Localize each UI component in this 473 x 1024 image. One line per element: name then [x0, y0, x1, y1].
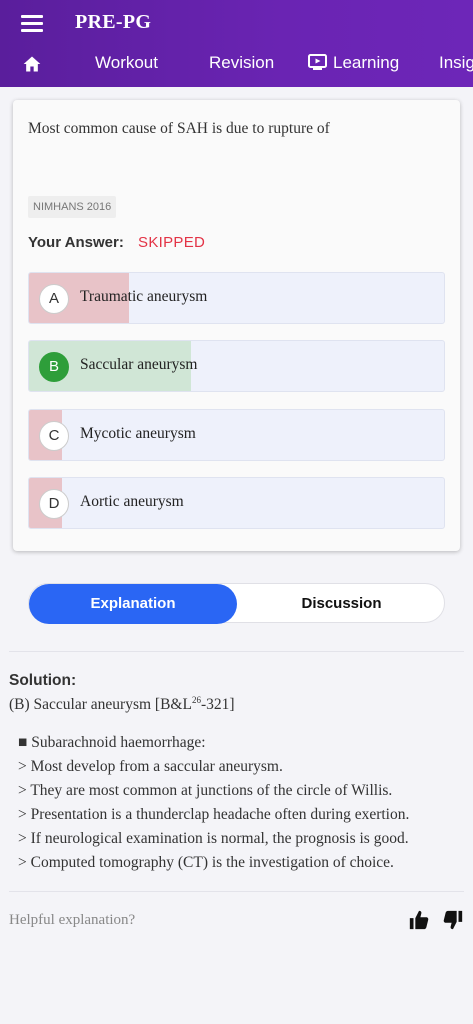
option-c[interactable]: C Mycotic aneurysm — [28, 409, 445, 461]
explanation-tab[interactable]: Explanation — [29, 584, 237, 624]
option-c-text: Mycotic aneurysm — [80, 425, 196, 442]
solution-answer: (B) Saccular aneurysm [B&L26-321] — [9, 695, 235, 714]
helpful-prompt: Helpful explanation? — [9, 912, 136, 928]
tab-revision[interactable]: Revision — [209, 53, 274, 73]
tab-learning[interactable]: Learning — [308, 53, 399, 73]
option-a-text: Traumatic aneurysm — [80, 288, 208, 305]
solution-point: > Presentation is a thunderclap headache… — [18, 806, 410, 823]
thumbs-down-icon[interactable] — [442, 908, 464, 932]
solution-point: > If neurological examination is normal,… — [18, 830, 409, 847]
solution-point: ■ Subarachnoid haemorrhage: — [18, 734, 206, 751]
hamburger-menu-icon[interactable] — [21, 14, 43, 32]
solution-answer-text: (B) Saccular aneurysm [B&L — [9, 696, 192, 714]
tab-learning-label: Learning — [333, 53, 400, 72]
option-d-text: Aortic aneurysm — [80, 493, 184, 510]
solution-points: ■ Subarachnoid haemorrhage: > Most devel… — [18, 734, 409, 878]
discussion-tab[interactable]: Discussion — [237, 584, 446, 624]
source-tag: NIMHANS 2016 — [28, 196, 117, 218]
solution-answer-page: -321] — [200, 696, 235, 714]
nav-bar: Workout Revision Learning Insig — [0, 44, 473, 84]
home-icon[interactable] — [22, 54, 42, 74]
option-d[interactable]: D Aortic aneurysm — [28, 477, 445, 529]
option-a[interactable]: A Traumatic aneurysm — [28, 272, 445, 324]
option-b[interactable]: B Saccular aneurysm — [28, 340, 445, 392]
option-d-letter: D — [39, 489, 69, 519]
app-title: PRE-PG — [75, 11, 152, 33]
explanation-discussion-toggle: Explanation Discussion — [28, 583, 446, 624]
solution-point: > Computed tomography (CT) is the invest… — [18, 854, 394, 871]
video-icon — [308, 54, 327, 70]
solution-answer-edition: 26 — [191, 695, 201, 705]
option-b-letter: B — [39, 352, 69, 382]
question-card: Most common cause of SAH is due to ruptu… — [13, 100, 460, 551]
your-answer-label: Your Answer: — [28, 234, 124, 251]
option-c-letter: C — [39, 421, 69, 451]
divider — [9, 651, 464, 652]
thumbs-up-icon[interactable] — [408, 908, 430, 932]
your-answer-status: SKIPPED — [138, 234, 206, 251]
app-header: PRE-PG Workout Revision Learning Insig — [0, 0, 473, 87]
solution-point: > Most develop from a saccular aneurysm. — [18, 758, 283, 775]
solution-title: Solution: — [9, 672, 77, 689]
option-a-letter: A — [39, 284, 69, 314]
question-text: Most common cause of SAH is due to ruptu… — [28, 120, 330, 137]
option-b-text: Saccular aneurysm — [80, 356, 198, 373]
divider — [9, 891, 464, 892]
your-answer-row: Your Answer: SKIPPED — [28, 234, 205, 251]
tab-insights[interactable]: Insig — [439, 53, 473, 73]
solution-point: > They are most common at junctions of t… — [18, 782, 393, 799]
tab-workout[interactable]: Workout — [95, 53, 158, 73]
